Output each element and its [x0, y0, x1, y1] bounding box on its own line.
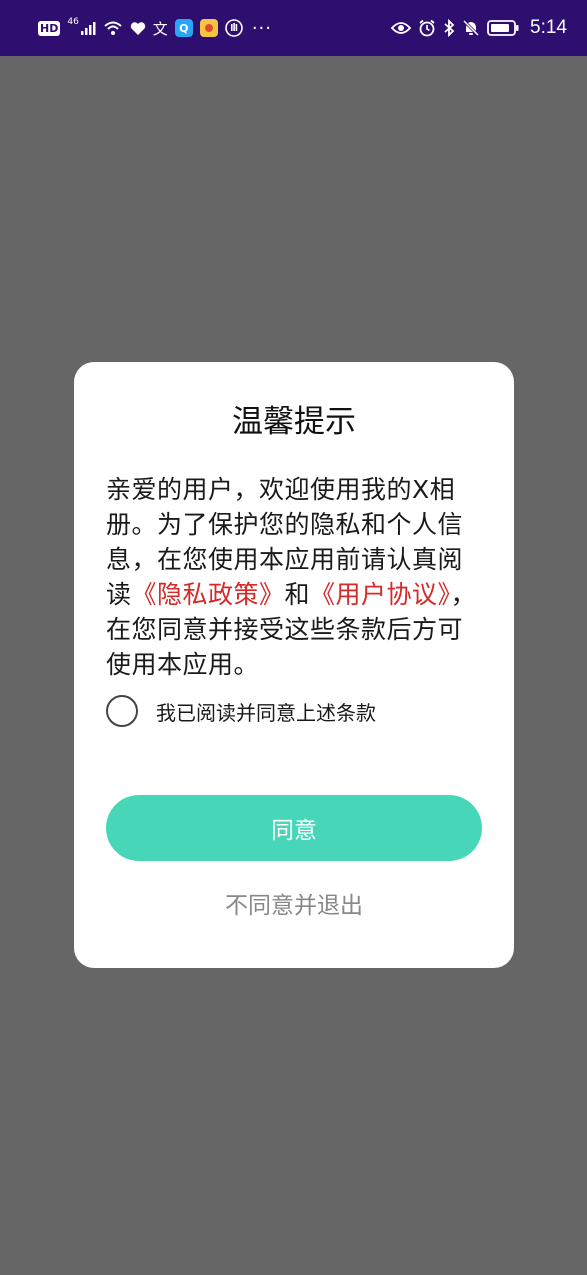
privacy-policy-link[interactable]: 《隐私政策》 [132, 580, 285, 609]
eye-icon [391, 21, 412, 35]
network-type-label: 46 [67, 17, 79, 27]
alarm-icon [418, 19, 436, 37]
hd-badge: HD [38, 20, 61, 36]
mute-bell-icon [462, 19, 480, 37]
agree-button[interactable]: 同意 [106, 795, 482, 861]
hand-icon [225, 19, 243, 37]
user-agreement-link[interactable]: 《用户协议》 [310, 580, 451, 609]
game-app-icon [199, 19, 218, 37]
dialog-title: 温馨提示 [232, 404, 356, 440]
search-app-icon: Q [174, 19, 193, 37]
translate-icon: 文 [152, 19, 168, 38]
bluetooth-icon [443, 19, 455, 37]
dialog-message: 亲爱的用户，欢迎使用我的X相册。为了保护您的隐私和个人信息，在您使用本应用前请认… [106, 472, 486, 682]
consent-radio[interactable] [106, 695, 138, 727]
wifi-icon [103, 20, 123, 36]
more-notifications-icon: ··· [251, 17, 272, 39]
consent-label[interactable]: 我已阅读并同意上述条款 [156, 697, 376, 726]
signal-icon: 46 [67, 17, 96, 36]
heart-icon [130, 21, 146, 36]
privacy-dialog: 温馨提示 亲爱的用户，欢迎使用我的X相册。为了保护您的隐私和个人信息，在您使用本… [74, 362, 514, 968]
status-bar: HD 46 文 Q ··· 5:14 [0, 0, 587, 56]
status-bar-right: 5:14 [391, 17, 567, 39]
message-text-2: 和 [284, 580, 311, 609]
disagree-exit-button[interactable]: 不同意并退出 [74, 886, 514, 920]
clock: 5:14 [530, 17, 567, 38]
status-bar-left: HD 46 文 Q ··· [38, 17, 272, 39]
battery-icon [487, 20, 519, 36]
consent-checkbox-row[interactable]: 我已阅读并同意上述条款 [106, 695, 376, 727]
